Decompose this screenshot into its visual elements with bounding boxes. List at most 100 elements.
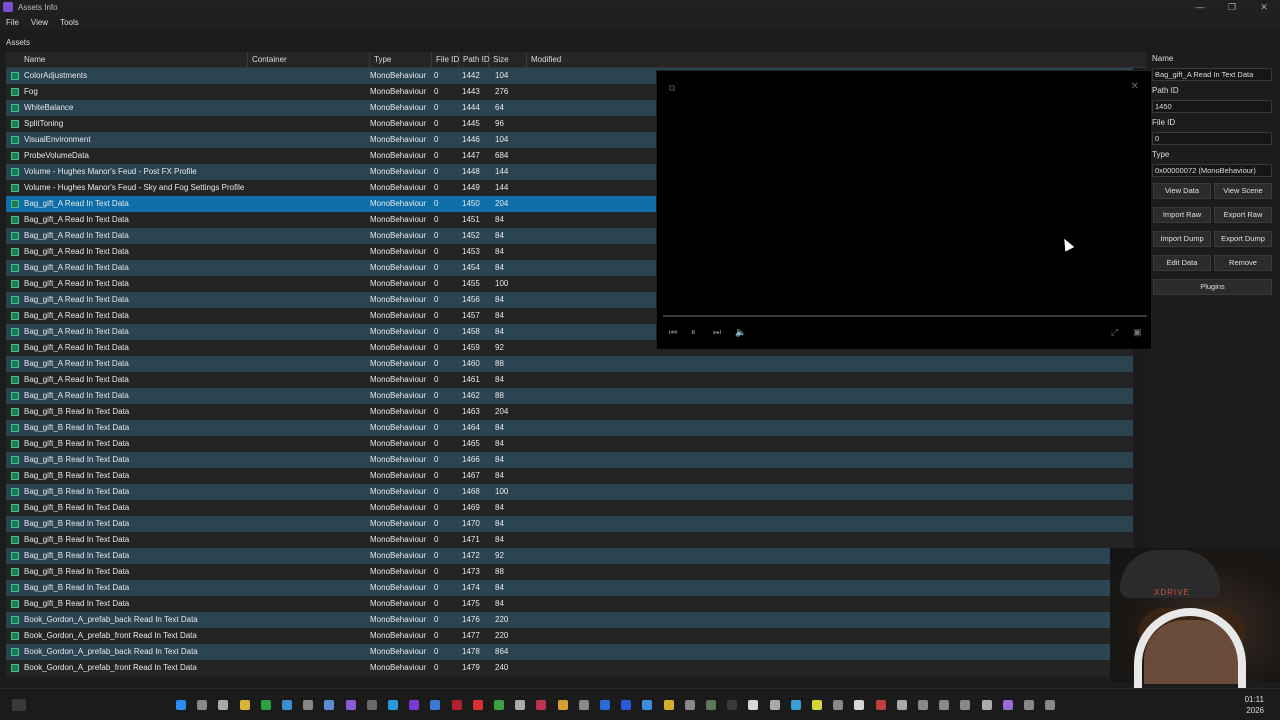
taskbar-app-icon[interactable] (176, 700, 186, 710)
table-row[interactable]: Bag_gift_B Read In Text Data MonoBehaviou… (6, 484, 1133, 500)
table-row[interactable]: Bag_gift_B Read In Text Data MonoBehaviou… (6, 516, 1133, 532)
column-header-type[interactable]: Type (370, 52, 432, 68)
table-row[interactable]: Book_Gordon_A_prefab_front Read In Text … (6, 628, 1133, 644)
taskbar-app-icon[interactable] (875, 700, 886, 710)
video-progress-bar[interactable] (663, 315, 1147, 317)
fullscreen-icon[interactable]: ▣ (1133, 327, 1142, 338)
taskbar-app-icon[interactable] (663, 700, 674, 710)
column-header-container[interactable]: Container (248, 52, 370, 68)
taskbar-app-icon[interactable] (260, 700, 271, 710)
taskbar-app-icon[interactable] (197, 700, 208, 710)
table-row[interactable]: Bag_gift_B Read In Text Data MonoBehaviou… (6, 452, 1133, 468)
taskbar-app-icon[interactable] (324, 700, 335, 710)
taskbar-app-icon[interactable] (515, 700, 526, 710)
import-dump-button[interactable]: Import Dump (1153, 231, 1211, 247)
table-row[interactable]: Bag_gift_B Read In Text Data MonoBehaviou… (6, 580, 1133, 596)
taskbar-app-icon[interactable] (727, 700, 738, 710)
taskbar-app-icon[interactable] (833, 700, 844, 710)
widgets-icon[interactable] (12, 699, 26, 711)
name-field[interactable]: Bag_gift_A Read In Text Data (1152, 68, 1272, 81)
table-row[interactable]: Bag_gift_B Read In Text Data MonoBehaviou… (6, 548, 1133, 564)
table-row[interactable]: Bag_gift_B Read In Text Data MonoBehaviou… (6, 564, 1133, 580)
taskbar-app-icon[interactable] (345, 700, 356, 710)
taskbar-app-icon[interactable] (748, 700, 759, 710)
column-header-modified[interactable]: Modified (527, 52, 647, 68)
view-data-button[interactable]: View Data (1153, 183, 1211, 199)
expand-icon[interactable]: ⤢ (1111, 327, 1118, 338)
table-row[interactable]: Book_Gordon_A_prefab_back Read In Text D… (6, 612, 1133, 628)
remove-button[interactable]: Remove (1214, 255, 1272, 271)
taskbar-app-icon[interactable] (600, 700, 610, 710)
table-row[interactable]: Bag_gift_B Read In Text Data MonoBehaviou… (6, 596, 1133, 612)
table-row[interactable]: Bag_gift_A Read In Text Data MonoBehaviou… (6, 356, 1133, 372)
table-row[interactable]: Bag_gift_A Read In Text Data MonoBehaviou… (6, 372, 1133, 388)
taskbar-app-icon[interactable] (282, 700, 292, 710)
column-header-path-id[interactable]: Path ID (459, 52, 490, 68)
taskbar-app-icon[interactable] (557, 700, 568, 710)
table-row[interactable]: Bag_gift_B Read In Text Data MonoBehaviou… (6, 420, 1133, 436)
picture-in-picture-icon[interactable]: ⧉ (669, 83, 675, 94)
taskbar-app-icon[interactable] (578, 700, 589, 710)
taskbar-app-icon[interactable] (621, 700, 632, 710)
taskbar-app-icon[interactable] (388, 700, 398, 710)
plugins-button[interactable]: Plugins (1153, 279, 1272, 295)
taskbar-app-icon[interactable] (536, 700, 547, 710)
menu-tools[interactable]: Tools (60, 18, 79, 27)
taskbar-app-icon[interactable] (409, 700, 420, 710)
taskbar-app-icon[interactable] (790, 700, 801, 710)
taskbar-app-icon[interactable] (812, 700, 822, 710)
taskbar-app-icon[interactable] (939, 700, 950, 710)
import-raw-button[interactable]: Import Raw (1153, 207, 1211, 223)
taskbar-app-icon[interactable] (642, 700, 653, 710)
minimize-button[interactable]: — (1184, 0, 1216, 14)
next-icon[interactable]: ⏭ (713, 327, 721, 338)
maximize-button[interactable]: ❐ (1216, 0, 1248, 14)
table-row[interactable]: Bag_gift_B Read In Text Data MonoBehaviou… (6, 404, 1133, 420)
taskbar-app-icon[interactable] (1024, 700, 1034, 710)
type-field[interactable]: 0x00000072 (MonoBehaviour) (1152, 164, 1272, 177)
column-header-size[interactable]: Size (489, 52, 527, 68)
taskbar-app-icon[interactable] (303, 700, 314, 710)
file-id-field[interactable]: 0 (1152, 132, 1272, 145)
taskbar-app-icon[interactable] (451, 700, 462, 710)
menu-view[interactable]: View (31, 18, 48, 27)
table-row[interactable]: Bag_gift_B Read In Text Data MonoBehaviou… (6, 532, 1133, 548)
export-dump-button[interactable]: Export Dump (1214, 231, 1272, 247)
column-header-name[interactable]: Name (20, 52, 248, 68)
view-scene-button[interactable]: View Scene (1214, 183, 1272, 199)
taskbar-app-icon[interactable] (494, 700, 504, 710)
table-row[interactable]: Book_Gordon_A_prefab_back Read In Text D… (6, 644, 1133, 660)
taskbar-app-icon[interactable] (239, 700, 250, 710)
taskbar-clock[interactable]: 01:11 2026 (1245, 694, 1264, 716)
taskbar-app-icon[interactable] (854, 700, 865, 710)
taskbar-app-icon[interactable] (430, 700, 441, 710)
edit-data-button[interactable]: Edit Data (1153, 255, 1211, 271)
taskbar-app-icon[interactable] (1045, 700, 1056, 710)
taskbar-app-icon[interactable] (684, 700, 695, 710)
pause-icon[interactable]: ⏸ (691, 327, 696, 338)
close-button[interactable]: ✕ (1248, 0, 1280, 14)
export-raw-button[interactable]: Export Raw (1214, 207, 1272, 223)
volume-icon[interactable]: 🔈 (735, 327, 746, 338)
taskbar-app-icon[interactable] (472, 700, 483, 710)
video-close-icon[interactable]: ✕ (1131, 81, 1139, 92)
video-player-overlay[interactable]: ⧉ ✕ ⏮ ⏸ ⏭ 🔈 ⤢ ▣ (656, 70, 1152, 350)
taskbar-app-icon[interactable] (769, 700, 780, 710)
path-id-field[interactable]: 1450 (1152, 100, 1272, 113)
taskbar-app-icon[interactable] (706, 700, 716, 710)
taskbar-app-icon[interactable] (918, 700, 928, 710)
taskbar-app-icon[interactable] (366, 700, 377, 710)
menu-file[interactable]: File (6, 18, 19, 27)
previous-icon[interactable]: ⏮ (669, 327, 677, 338)
column-header-file-id[interactable]: File ID (432, 52, 459, 68)
taskbar-app-icon[interactable] (218, 700, 229, 710)
table-row[interactable]: Bag_gift_B Read In Text Data MonoBehaviou… (6, 436, 1133, 452)
table-row[interactable]: Book_Gordon_A_prefab_front Read In Text … (6, 660, 1133, 676)
taskbar-app-icon[interactable] (896, 700, 907, 710)
table-row[interactable]: Bag_gift_B Read In Text Data MonoBehaviou… (6, 500, 1133, 516)
table-row[interactable]: Bag_gift_B Read In Text Data MonoBehaviou… (6, 468, 1133, 484)
table-row[interactable]: Bag_gift_A Read In Text Data MonoBehaviou… (6, 388, 1133, 404)
taskbar-app-icon[interactable] (981, 700, 992, 710)
taskbar-app-icon[interactable] (1002, 700, 1013, 710)
taskbar-app-icon[interactable] (960, 700, 971, 710)
